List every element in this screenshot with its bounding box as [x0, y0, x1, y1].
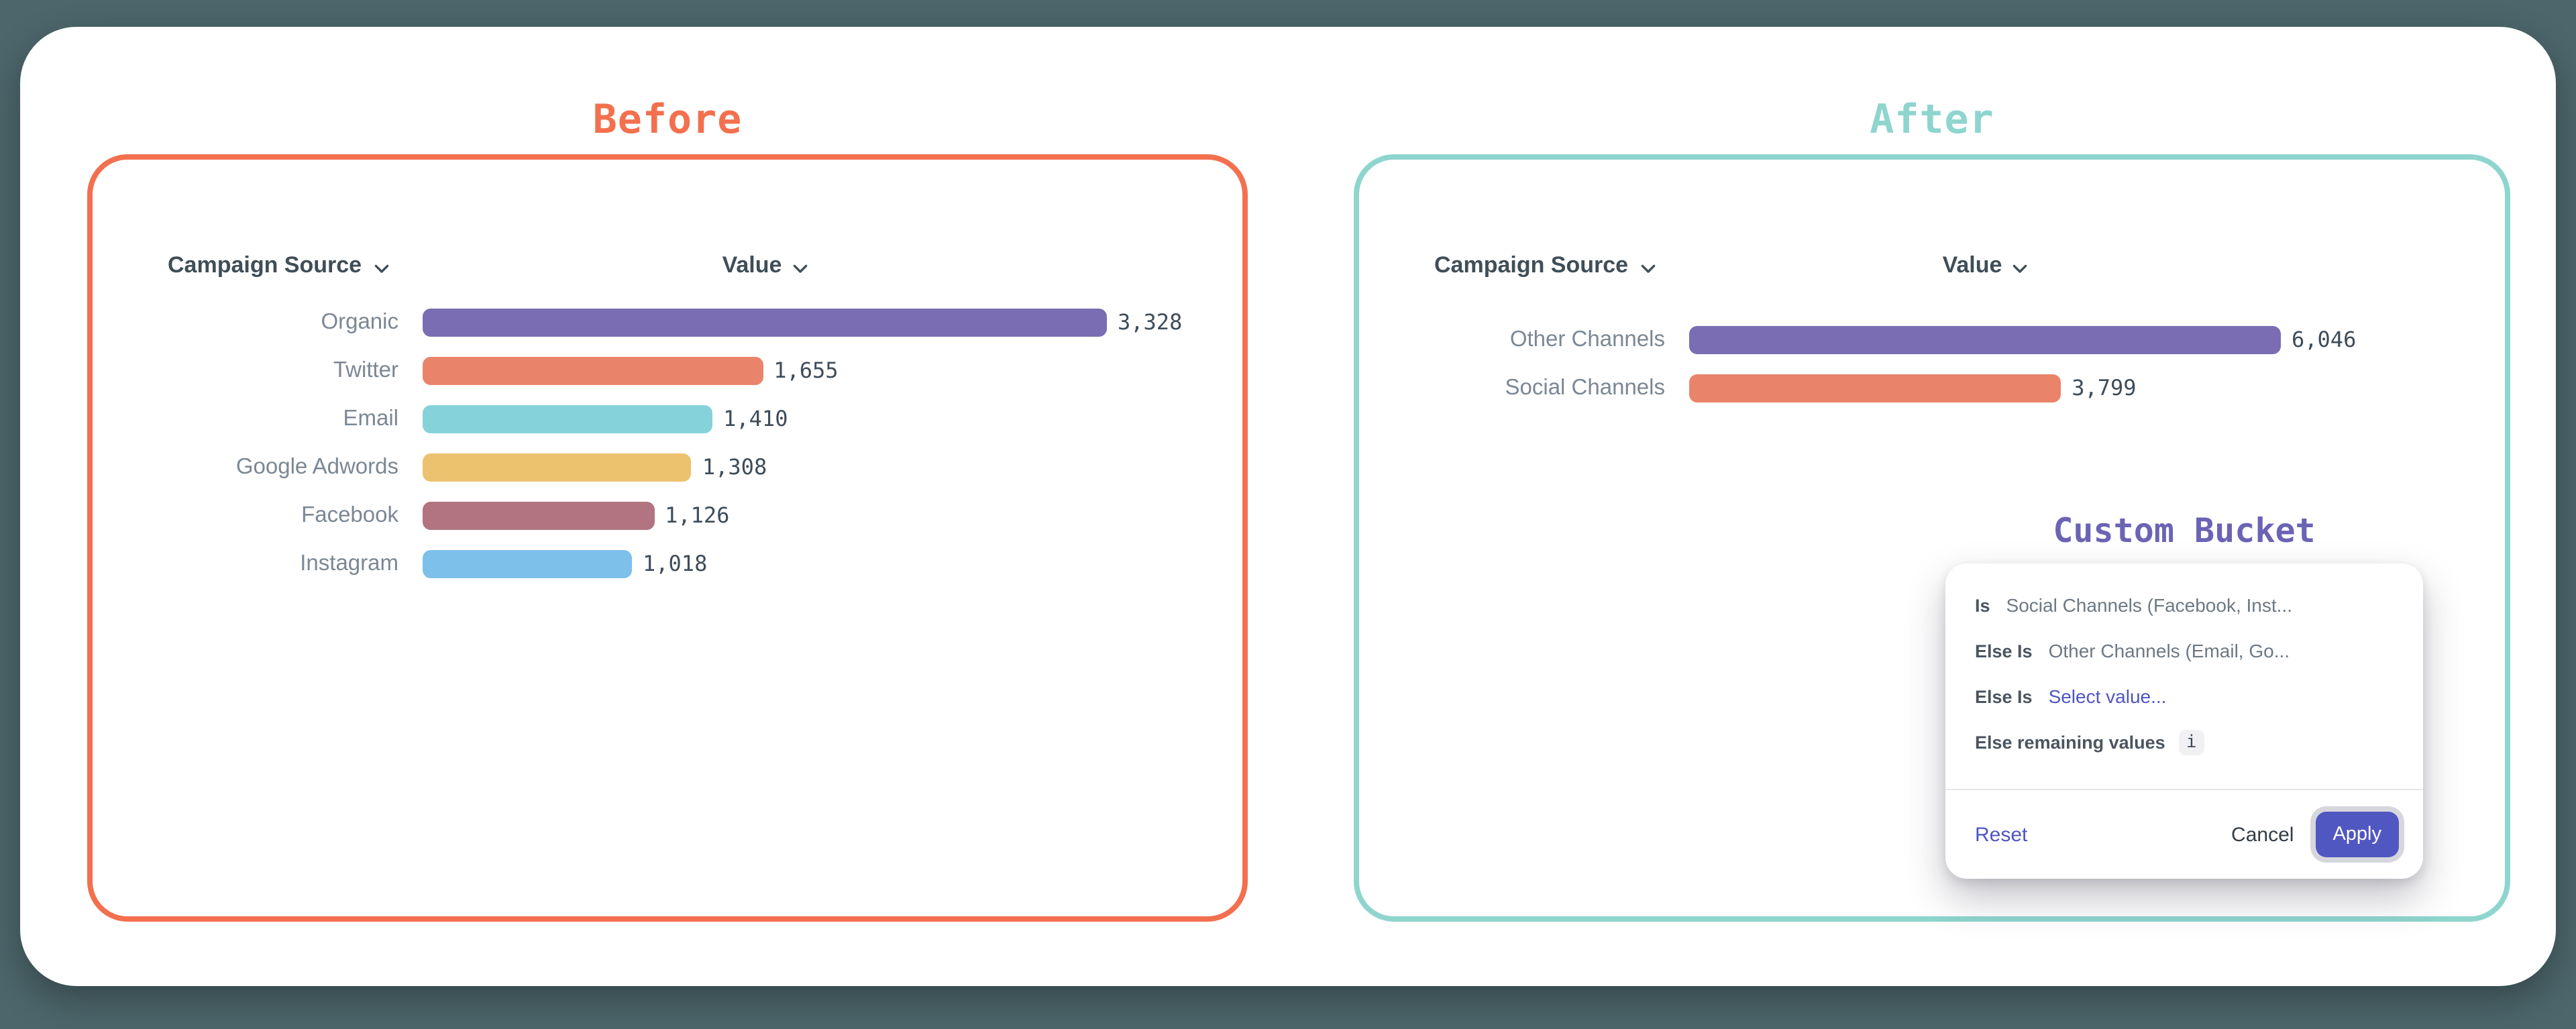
bucket-rule-row: Else remaining values i [1945, 719, 2423, 765]
bar[interactable] [423, 501, 654, 529]
info-icon[interactable]: i [2179, 729, 2204, 755]
chart-row: Email 1,410 [168, 394, 1242, 443]
category-label: Twitter [168, 358, 398, 383]
before-panel: Campaign Source Value [87, 154, 1248, 922]
category-label: Email [168, 406, 398, 431]
chevron-down-icon [792, 254, 807, 280]
bar-value-label: 1,410 [723, 406, 788, 431]
after-bar-chart: Other Channels 6,046 Social Channels 3,799 [1434, 315, 2505, 412]
bar[interactable] [423, 549, 632, 578]
dialog-footer: Reset Cancel Apply [1945, 790, 2423, 879]
category-label: Social Channels [1434, 375, 1665, 400]
campaign-source-header[interactable]: Campaign Source [168, 251, 388, 280]
rule-value-select[interactable]: Other Channels (Email, Go... [2049, 640, 2290, 661]
custom-bucket-dialog: Is Social Channels (Facebook, Inst... El… [1945, 563, 2423, 879]
category-label: Google Adwords [168, 454, 398, 480]
rule-operator-label: Is [1975, 595, 1990, 615]
value-header-label: Value [722, 252, 782, 279]
bar-value-label: 3,328 [1118, 309, 1182, 335]
table-header-row: Campaign Source Value [1434, 251, 2505, 280]
value-header[interactable]: Value [722, 251, 808, 280]
reset-button[interactable]: Reset [1975, 823, 2027, 846]
bar[interactable] [1689, 325, 2281, 354]
bar-track: 3,799 [1689, 374, 2281, 402]
bar-track: 6,046 [1689, 325, 2281, 354]
before-title: Before [87, 99, 1248, 142]
chart-row: Twitter 1,655 [168, 346, 1242, 394]
chevron-down-icon [1640, 254, 1655, 280]
after-title: After [1354, 99, 2510, 142]
after-panel: Campaign Source Value [1354, 154, 2510, 922]
chart-row: Instagram 1,018 [168, 539, 1242, 588]
bar-value-label: 1,308 [702, 454, 767, 480]
rule-operator-label: Else Is [1975, 686, 2033, 706]
chart-row: Organic 3,328 [168, 298, 1242, 346]
category-label: Facebook [168, 502, 398, 528]
value-header-label: Value [1943, 252, 2002, 279]
custom-bucket-title: Custom Bucket [1945, 511, 2423, 551]
bar-value-label: 1,126 [665, 502, 729, 528]
bar-value-label: 6,046 [2292, 327, 2356, 352]
chevron-down-icon [374, 254, 388, 280]
bar[interactable] [423, 453, 692, 481]
campaign-source-header-label: Campaign Source [1434, 252, 1628, 279]
remaining-values-label: Else remaining values [1975, 732, 2165, 752]
bar[interactable] [423, 356, 763, 384]
bar[interactable] [1689, 374, 2061, 402]
chart-row: Google Adwords 1,308 [168, 443, 1242, 491]
bar-track: 1,126 [423, 501, 1107, 529]
bar-track: 1,410 [423, 404, 1107, 433]
bar[interactable] [423, 308, 1107, 336]
chart-row: Facebook 1,126 [168, 491, 1242, 539]
select-value-link[interactable]: Select value... [2049, 686, 2167, 707]
chart-row: Social Channels 3,799 [1434, 364, 2505, 412]
chart-row: Other Channels 6,046 [1434, 315, 2505, 364]
cancel-button[interactable]: Cancel [2231, 823, 2294, 846]
comparison-stage: Before After Campaign Source Value [0, 0, 2576, 1029]
value-header[interactable]: Value [1943, 251, 2028, 280]
category-label: Instagram [168, 551, 398, 576]
bucket-rule-row: Else Is Other Channels (Email, Go... [1945, 628, 2423, 673]
bar-track: 3,328 [423, 308, 1107, 336]
campaign-source-header[interactable]: Campaign Source [1434, 251, 1655, 280]
campaign-source-header-label: Campaign Source [168, 252, 362, 279]
bucket-rule-row: Is Social Channels (Facebook, Inst... [1945, 582, 2423, 628]
custom-bucket-section: Custom Bucket Is Social Channels (Facebo… [1945, 511, 2423, 879]
table-header-row: Campaign Source Value [168, 251, 1242, 280]
bar-value-label: 3,799 [2072, 375, 2136, 400]
before-bar-chart: Organic 3,328 Twitter 1,655 Email 1,410 Google… [168, 298, 1242, 588]
bucket-rule-row: Else Is Select value... [1945, 673, 2423, 719]
bar-track: 1,655 [423, 356, 1107, 384]
bar-value-label: 1,655 [773, 358, 838, 383]
rule-value-select[interactable]: Social Channels (Facebook, Inst... [2006, 594, 2292, 616]
apply-button[interactable]: Apply [2315, 812, 2399, 857]
bar-track: 1,308 [423, 453, 1107, 481]
bar[interactable] [423, 404, 712, 433]
chevron-down-icon [2012, 254, 2027, 280]
category-label: Other Channels [1434, 327, 1665, 352]
bar-value-label: 1,018 [643, 551, 707, 576]
canvas-card: Before After Campaign Source Value [20, 27, 2556, 986]
category-label: Organic [168, 309, 398, 335]
rule-operator-label: Else Is [1975, 641, 2033, 661]
bar-track: 1,018 [423, 549, 1107, 578]
